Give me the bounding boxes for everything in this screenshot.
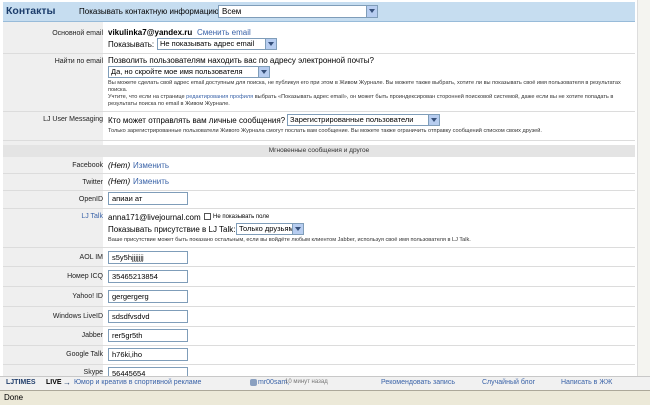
- status-text: Done: [4, 393, 24, 402]
- main-email-label: Основной email: [52, 30, 103, 37]
- label-column: [3, 22, 103, 145]
- show-contacts-label: Показывать контактную информацию: [79, 7, 219, 16]
- divider: [3, 190, 635, 191]
- divider: [3, 286, 635, 287]
- twitter-change-link[interactable]: Изменить: [133, 177, 169, 186]
- hide-field-checkbox[interactable]: [204, 213, 211, 220]
- jabber-input[interactable]: rer5gr5th: [108, 329, 188, 342]
- icq-label: Номер ICQ: [67, 273, 103, 280]
- google-talk-input[interactable]: h76ki,iho: [108, 348, 188, 361]
- icq-input[interactable]: 35465213854: [108, 270, 188, 283]
- vertical-scrollbar[interactable]: [637, 0, 650, 376]
- live-label: LIVE: [46, 379, 62, 386]
- messaging-help: Только зарегистрированные пользователи Ж…: [108, 128, 542, 134]
- divider: [3, 208, 635, 209]
- find-email-help-note: Учтите, что если на странице редактирова…: [108, 94, 614, 107]
- messaging-question: Кто может отправлять вам личные сообщени…: [108, 116, 286, 125]
- chevron-down-icon: [265, 39, 276, 49]
- divider: [3, 306, 635, 307]
- recommend-link[interactable]: Рекомендовать запись: [381, 379, 455, 386]
- twitter-label: Twitter: [82, 179, 103, 186]
- ljtalk-help: Ваше присутствие может быть показано ост…: [108, 237, 471, 243]
- ljtalk-address: anna171@livejournal.com: [108, 213, 201, 222]
- divider: [3, 364, 635, 365]
- windows-liveid-label: Windows LiveID: [52, 313, 103, 320]
- messaging-select[interactable]: Зарегистрированные пользователи: [287, 114, 440, 126]
- divider: [3, 345, 635, 346]
- jabber-label: Jabber: [81, 332, 103, 339]
- change-email-link[interactable]: Сменить email: [197, 28, 251, 37]
- find-email-select[interactable]: Да, но скройте мое имя пользователя: [108, 66, 270, 78]
- twitter-status: (Нет): [108, 177, 131, 186]
- divider: [3, 53, 635, 54]
- find-email-question: Позволить пользователям находить вас по …: [108, 56, 374, 65]
- google-talk-label: Google Talk: [66, 351, 103, 358]
- aol-input[interactable]: s5y5hjjjjjjj: [108, 251, 188, 264]
- main-email-value: vikulinka7@yandex.ru: [108, 28, 193, 37]
- arrow-right-icon: →: [63, 378, 71, 387]
- aol-label: AOL IM: [79, 254, 103, 261]
- ljtalk-label[interactable]: LJ Talk: [81, 213, 103, 220]
- messaging-label: LJ User Messaging: [43, 116, 103, 123]
- ljtimes-logo[interactable]: LJTIMES: [6, 379, 36, 386]
- chevron-down-icon: [366, 6, 377, 17]
- divider: [3, 140, 635, 141]
- section-title: Мгновенные сообщения и другое: [3, 145, 635, 157]
- facebook-status: (Нет): [108, 161, 131, 170]
- skype-label: Skype: [83, 369, 103, 376]
- find-email-label: Найти по email: [54, 58, 103, 65]
- divider: [3, 266, 635, 267]
- chevron-down-icon: [292, 224, 303, 234]
- random-blog-link[interactable]: Случайный блог: [482, 379, 535, 386]
- openid-input[interactable]: апиаи ат: [108, 192, 188, 205]
- yahoo-label: Yahoo! ID: [72, 293, 103, 300]
- presence-select[interactable]: Только друзьям: [236, 223, 304, 235]
- post-time: 10 минут назад: [285, 379, 328, 385]
- headline-link[interactable]: Юмор и креатив в спортивной рекламе: [74, 379, 201, 386]
- windows-liveid-input[interactable]: sdsdfvsdvd: [108, 310, 188, 323]
- yahoo-input[interactable]: gergergerg: [108, 290, 188, 303]
- facebook-label: Facebook: [72, 162, 103, 169]
- find-email-help: Вы можете сделать свой адрес email досту…: [108, 80, 621, 93]
- chevron-down-icon: [258, 67, 269, 77]
- skype-input[interactable]: 56445654: [108, 367, 188, 376]
- facebook-change-link[interactable]: Изменить: [133, 161, 169, 170]
- divider: [3, 173, 635, 174]
- show-contacts-select[interactable]: Всем: [218, 5, 378, 18]
- page-title: Контакты: [6, 5, 56, 17]
- divider: [3, 247, 635, 248]
- chevron-down-icon: [428, 115, 439, 125]
- show-email-label: Показывать:: [108, 40, 155, 49]
- contacts-header: Контакты Показывать контактную информаци…: [3, 2, 635, 22]
- edit-profile-link[interactable]: редактирования профиля: [186, 94, 253, 100]
- user-icon: [250, 379, 257, 386]
- divider: [3, 326, 635, 327]
- presence-label: Показывать присутствие в LJ Talk:: [108, 225, 236, 234]
- show-email-select[interactable]: Не показывать адрес email: [157, 38, 277, 50]
- write-lj-link[interactable]: Написать в ЖЖ: [561, 379, 612, 386]
- page-content: Контакты Показывать контактную информаци…: [0, 0, 650, 376]
- divider: [3, 111, 635, 112]
- openid-label: OpenID: [78, 196, 103, 203]
- hide-field-label: Не показывать поле: [213, 214, 270, 220]
- browser-status-bar: Done: [0, 390, 650, 405]
- ljtimes-bar: LJTIMES LIVE → Юмор и креатив в спортивн…: [0, 376, 650, 391]
